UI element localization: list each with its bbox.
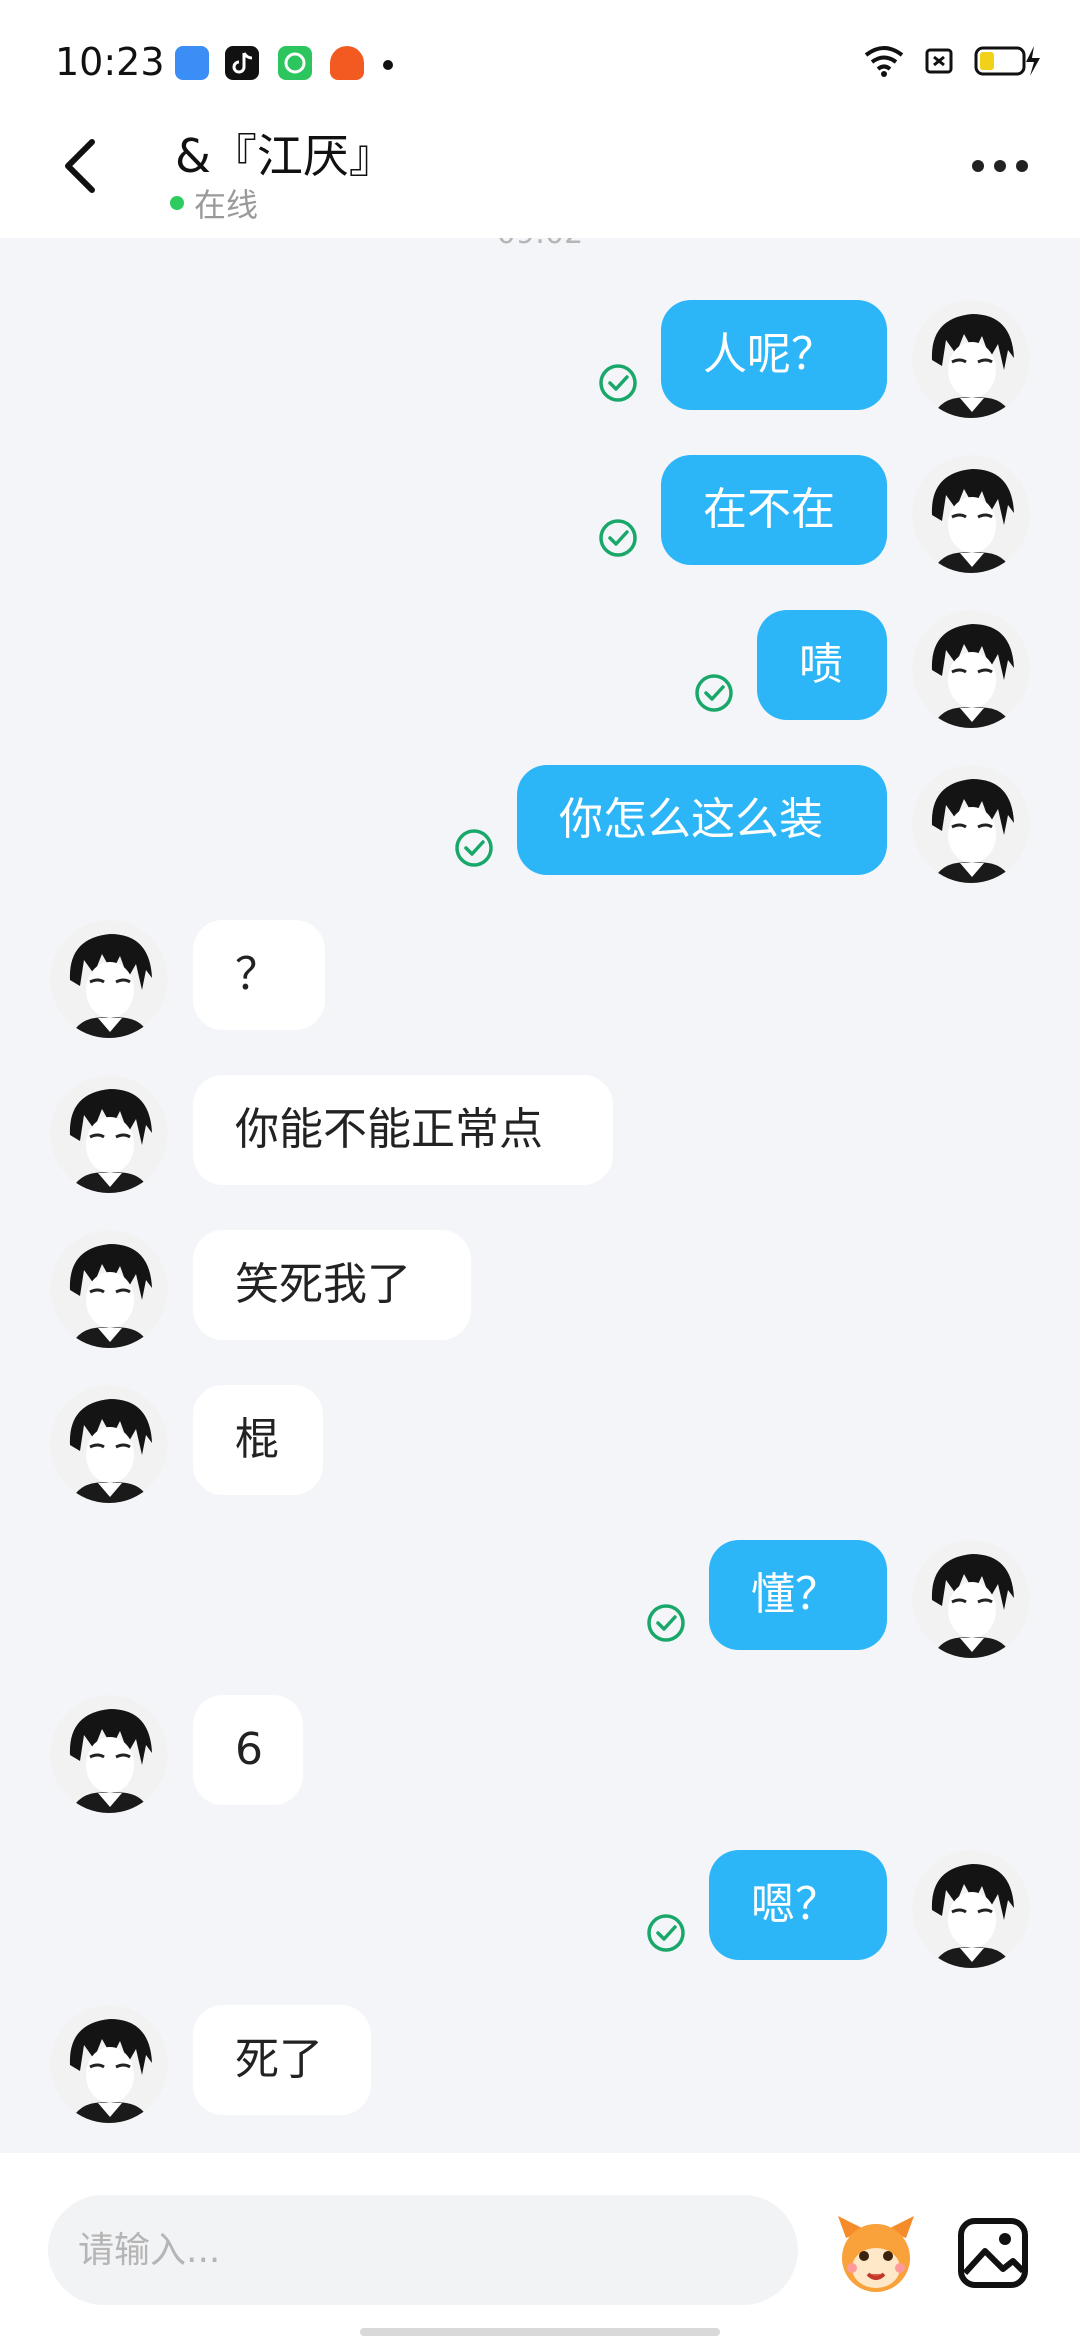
green-app-icon	[278, 46, 312, 80]
avatar-image	[912, 455, 1030, 573]
my-avatar[interactable]	[912, 610, 1030, 728]
more-dot	[1016, 160, 1028, 172]
avatar-image	[912, 300, 1030, 418]
message-bubble[interactable]: 懂？	[709, 1540, 887, 1650]
more-dot	[972, 160, 984, 172]
message-bubble[interactable]: 笑死我了	[193, 1230, 471, 1340]
avatar-image	[50, 2005, 168, 2123]
more-options-button[interactable]	[972, 160, 1028, 172]
orange-app-icon	[330, 46, 364, 80]
back-button[interactable]	[52, 126, 112, 206]
image-icon	[958, 2218, 1028, 2288]
avatar-image	[50, 1385, 168, 1503]
message-bubble[interactable]: 人呢？	[661, 300, 887, 410]
contact-avatar[interactable]	[50, 1230, 168, 1348]
message-bubble[interactable]: 棍	[193, 1385, 323, 1495]
sticker-button[interactable]	[830, 2208, 922, 2300]
more-notifications-dot	[383, 60, 393, 70]
incoming-message: 6	[0, 1695, 1080, 1815]
message-bubble[interactable]: 你能不能正常点	[193, 1075, 613, 1185]
contact-avatar[interactable]	[50, 1695, 168, 1813]
avatar-image	[912, 1850, 1030, 1968]
contact-name: &『江厌』	[175, 129, 395, 183]
contact-avatar[interactable]	[50, 1075, 168, 1193]
more-dot	[994, 160, 1006, 172]
status-bar: 10:23	[0, 0, 1080, 100]
avatar-image	[912, 610, 1030, 728]
home-indicator[interactable]	[360, 2328, 720, 2336]
message-bubble[interactable]: ？	[193, 920, 325, 1030]
avatar-image	[50, 1075, 168, 1193]
message-bubble[interactable]: 你怎么这么装	[517, 765, 887, 875]
mascot-emoji-icon	[838, 2216, 914, 2292]
blue-app-icon	[175, 46, 209, 80]
message-list[interactable]: 09:02 人呢？ 在不在啧你怎么这么装 ？ 你能不能正常点笑死我了棍懂？ 6 嗯？ 死了	[0, 238, 1080, 2153]
outgoing-message: 在不在	[0, 455, 1080, 575]
read-check-icon	[455, 829, 493, 867]
message-bubble[interactable]: 6	[193, 1695, 303, 1805]
wifi-icon	[864, 46, 904, 77]
online-status-label: 在线	[194, 186, 259, 224]
avatar-image	[912, 1540, 1030, 1658]
message-bubble[interactable]: 在不在	[661, 455, 887, 565]
contact-avatar[interactable]	[50, 920, 168, 1038]
chevron-left-icon	[65, 139, 95, 193]
read-check-icon	[599, 519, 637, 557]
read-check-icon	[647, 1604, 685, 1642]
message-bubble[interactable]: 啧	[757, 610, 887, 720]
avatar-image	[50, 920, 168, 1038]
read-check-icon	[647, 1914, 685, 1952]
online-status: 在线	[170, 180, 258, 226]
image-button[interactable]	[955, 2215, 1031, 2291]
avatar-image	[50, 1695, 168, 1813]
contact-avatar[interactable]	[50, 2005, 168, 2123]
my-avatar[interactable]	[912, 455, 1030, 573]
input-bar	[0, 2153, 1080, 2340]
outgoing-message: 啧	[0, 610, 1080, 730]
sim-icon	[925, 48, 953, 74]
chat-header: &『江厌』 在线	[0, 100, 1080, 238]
message-bubble[interactable]: 死了	[193, 2005, 371, 2115]
incoming-message: 笑死我了	[0, 1230, 1080, 1350]
avatar-image	[50, 1230, 168, 1348]
message-bubble[interactable]: 嗯？	[709, 1850, 887, 1960]
incoming-message: ？	[0, 920, 1080, 1040]
tiktok-icon	[225, 46, 259, 80]
my-avatar[interactable]	[912, 1540, 1030, 1658]
incoming-message: 棍	[0, 1385, 1080, 1505]
outgoing-message: 嗯？	[0, 1850, 1080, 1970]
battery-icon	[974, 46, 1040, 76]
read-check-icon	[599, 364, 637, 402]
outgoing-message: 懂？	[0, 1540, 1080, 1660]
status-icons	[864, 44, 1044, 78]
online-dot	[170, 196, 184, 210]
contact-avatar[interactable]	[50, 1385, 168, 1503]
incoming-message: 死了	[0, 2005, 1080, 2125]
my-avatar[interactable]	[912, 765, 1030, 883]
incoming-message: 你能不能正常点	[0, 1075, 1080, 1195]
my-avatar[interactable]	[912, 1850, 1030, 1968]
my-avatar[interactable]	[912, 300, 1030, 418]
avatar-image	[912, 765, 1030, 883]
outgoing-message: 你怎么这么装	[0, 765, 1080, 885]
message-input[interactable]	[48, 2195, 798, 2305]
message-timestamp: 09:02	[0, 238, 1080, 251]
read-check-icon	[695, 674, 733, 712]
outgoing-message: 人呢？	[0, 300, 1080, 420]
clock: 10:23	[55, 40, 165, 84]
